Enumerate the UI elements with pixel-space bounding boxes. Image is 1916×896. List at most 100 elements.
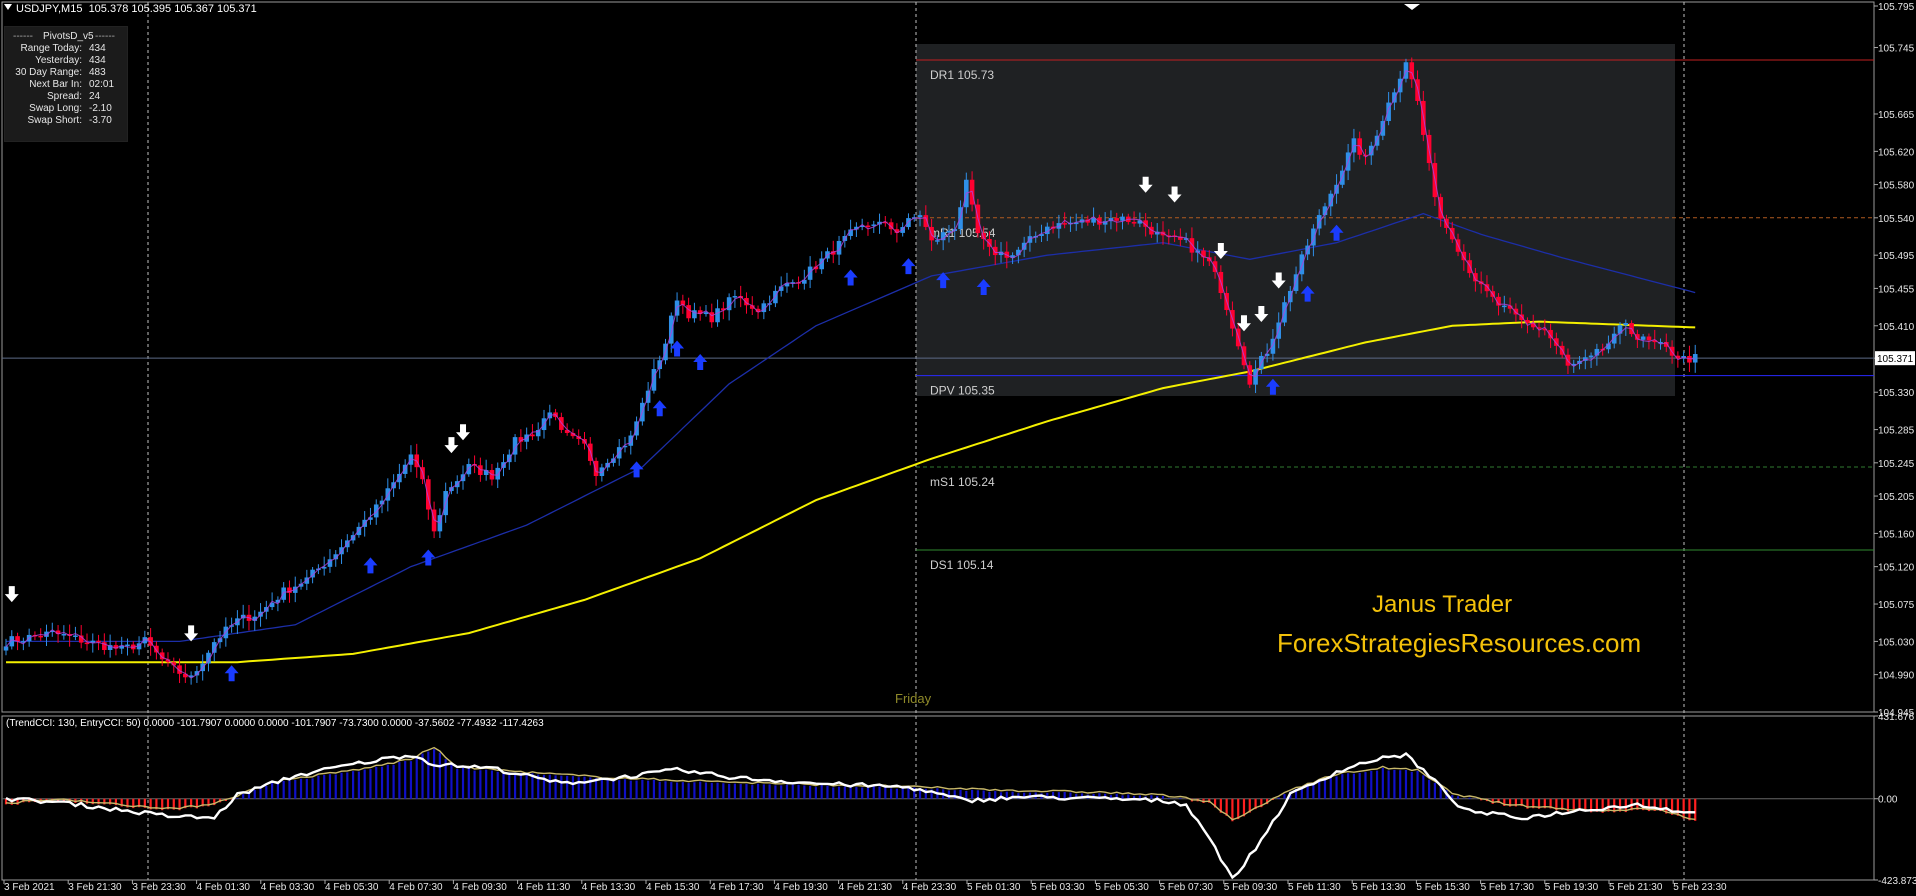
chart-canvas[interactable]: DR1 105.73mR1 105.54DPV 105.35mS1 105.24…	[0, 0, 1916, 896]
time-tick-label: 5 Feb 13:30	[1352, 882, 1406, 893]
time-tick-label: 3 Feb 21:30	[68, 882, 122, 893]
candle-body	[593, 460, 599, 477]
candle-body	[807, 266, 813, 280]
pivot-level-label: mS1 105.24	[930, 475, 995, 489]
candle-body	[686, 305, 691, 319]
price-tick-label: 105.410	[1878, 322, 1915, 333]
pivots-row-value: 02:01	[89, 79, 115, 90]
pivots-row: Range Today: 434	[5, 43, 127, 55]
ohlc-readout: 105.378 105.395 105.367 105.371	[88, 3, 257, 15]
candle-body	[1692, 354, 1698, 363]
time-tick-label: 4 Feb 17:30	[710, 882, 764, 893]
buy-arrow-icon	[843, 269, 858, 286]
price-tick-label: 105.745	[1878, 44, 1915, 55]
candle-body	[1588, 355, 1594, 358]
pivots-panel-title-row: ------ PivotsD_v5 ------	[5, 31, 127, 43]
price-tick-label: 105.245	[1878, 459, 1915, 470]
day-label: Friday	[895, 691, 932, 706]
price-tick-label: 105.665	[1878, 110, 1915, 121]
entry-cci-line	[5, 751, 1696, 880]
candle-body	[154, 645, 159, 653]
symbol-header[interactable]: USDJPY,M15 105.378 105.395 105.367 105.3…	[4, 3, 257, 15]
candle-body	[96, 640, 101, 643]
time-tick-label: 3 Feb 2021	[4, 882, 55, 893]
time-tick-label: 4 Feb 23:30	[903, 882, 957, 893]
candle-body	[1299, 254, 1305, 275]
pivots-row-value: 483	[89, 67, 106, 78]
candle-body	[1114, 218, 1120, 221]
time-tick-label: 4 Feb 05:30	[325, 882, 379, 893]
cci-indicator-label: (TrendCCI: 130, EntryCCI: 50)	[6, 718, 141, 729]
time-tick-label: 5 Feb 09:30	[1224, 882, 1278, 893]
buy-arrow-icon	[224, 665, 239, 682]
buy-arrow-icon	[421, 549, 436, 566]
time-tick-label: 5 Feb 15:30	[1416, 882, 1470, 893]
cci-tick-label: -423.873	[1878, 876, 1916, 887]
candle-body	[651, 369, 657, 391]
cci-indicator-header: (TrendCCI: 130, EntryCCI: 50) 0.0000 -10…	[6, 718, 544, 729]
price-tick-label: 105.495	[1878, 251, 1915, 262]
time-tick-label: 4 Feb 19:30	[774, 882, 828, 893]
candle-body	[599, 467, 605, 477]
candle-body	[1640, 336, 1646, 340]
pivot-level-label: DPV 105.35	[930, 384, 995, 398]
pivot-level-label: DR1 105.73	[930, 68, 994, 82]
pivots-info-panel: ------ PivotsD_v5 ------ Range Today: 434…	[4, 26, 128, 142]
pivots-row-key: Spread:	[46, 91, 82, 102]
pivots-row-key: 30 Day Range:	[15, 67, 82, 78]
time-tick-label: 5 Feb 11:30	[1288, 882, 1341, 893]
pivots-panel-title: PivotsD_v5	[43, 31, 94, 42]
candle-body	[917, 215, 923, 218]
title-dash: ------	[95, 31, 115, 42]
pivots-row-key: Swap Long:	[29, 103, 82, 114]
price-axis: 105.795 105.745 105.665 105.620 105.580 105.5…	[1874, 2, 1915, 719]
candle-body	[628, 435, 634, 446]
candle-body	[125, 644, 130, 647]
time-tick-label: 4 Feb 01:30	[197, 882, 251, 893]
candle-body	[1646, 336, 1652, 341]
time-tick-label: 5 Feb 07:30	[1160, 882, 1214, 893]
cci-tick-label: 0.00	[1878, 795, 1898, 806]
price-tick-label: 105.075	[1878, 600, 1915, 611]
candle-body	[1062, 223, 1067, 225]
candle-body	[466, 464, 472, 475]
candle-body	[935, 240, 940, 242]
brand-website: ForexStrategiesResources.com	[1277, 628, 1642, 658]
candle-body	[373, 504, 379, 518]
candle-body	[732, 296, 738, 298]
price-tick-label: 105.120	[1878, 563, 1915, 574]
pivots-row-value: -3.70	[89, 115, 112, 126]
time-tick-label: 4 Feb 03:30	[261, 882, 315, 893]
time-tick-label: 5 Feb 19:30	[1545, 882, 1599, 893]
buy-arrow-icon	[363, 557, 378, 574]
pivots-row-value: 24	[89, 91, 101, 102]
candle-body	[1617, 325, 1623, 334]
sell-arrow-icon	[456, 424, 471, 441]
time-tick-label: 5 Feb 01:30	[967, 882, 1021, 893]
pivots-row: Swap Long: -2.10	[5, 103, 127, 115]
cci-tick-label: 431.676	[1878, 712, 1915, 723]
pivot-level-label: DS1 105.14	[930, 558, 994, 572]
pivots-row-key: Swap Short:	[27, 115, 82, 126]
cci-values-readout: 0.0000 -101.7907 0.0000 0.0000 -101.7907…	[143, 718, 544, 729]
pivots-row-key: Range Today:	[20, 43, 82, 54]
candle-body	[865, 225, 871, 228]
time-tick-label: 4 Feb 21:30	[839, 882, 893, 893]
price-tick-label: 105.795	[1878, 2, 1915, 13]
candle-body	[38, 635, 44, 638]
chevron-down-icon[interactable]	[4, 4, 12, 10]
title-dash: ------	[13, 31, 33, 42]
pivots-row: Next Bar In: 02:01	[5, 79, 127, 91]
buy-arrow-icon	[629, 461, 644, 478]
candle-body	[1611, 333, 1617, 344]
time-tick-label: 5 Feb 05:30	[1095, 882, 1149, 893]
time-tick-label: 5 Feb 23:30	[1673, 882, 1727, 893]
time-tick-label: 5 Feb 21:30	[1609, 882, 1663, 893]
buy-arrow-icon	[693, 354, 708, 371]
pivots-row-key: Next Bar In:	[29, 79, 82, 90]
buy-arrow-icon	[901, 258, 916, 275]
price-tick-label: 104.990	[1878, 671, 1915, 682]
buy-arrow-icon	[652, 400, 667, 417]
time-tick-label: 5 Feb 03:30	[1031, 882, 1085, 893]
candle-body	[73, 635, 78, 637]
